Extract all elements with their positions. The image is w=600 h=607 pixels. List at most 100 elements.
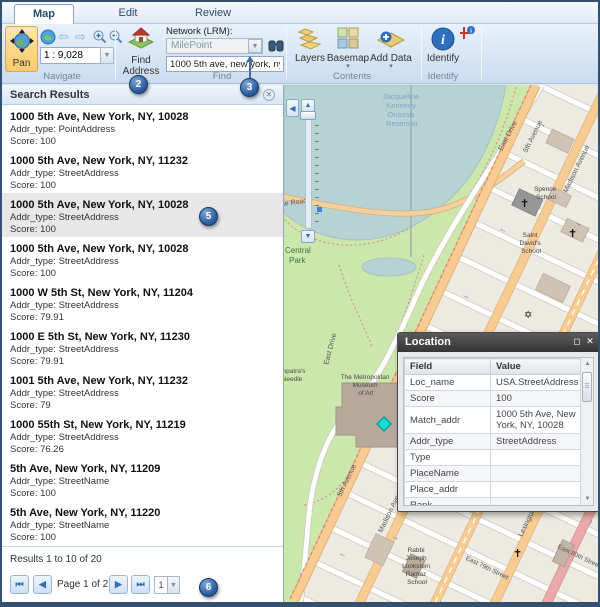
location-popup-titlebar[interactable]: Location ◻ ✕ bbox=[398, 333, 598, 352]
popup-scrollbar[interactable]: ▲ ☰ ▼ bbox=[580, 358, 593, 505]
results-footer: Results 1 to 10 of 20 ⏮ ◀ Page 1 of 2 ▶ … bbox=[2, 546, 283, 602]
search-result-item[interactable]: 1000 55th St, New York, NY, 11219 Addr_t… bbox=[2, 413, 283, 457]
add-data-caret-icon: ▾ bbox=[368, 64, 414, 69]
zoom-in-icon[interactable] bbox=[92, 29, 108, 45]
table-row[interactable]: PlaceName bbox=[405, 466, 582, 482]
result-score: Score: 100 bbox=[10, 180, 275, 192]
result-score: Score: 79.91 bbox=[10, 312, 275, 324]
result-addr-type: Addr_type: StreetAddress bbox=[10, 300, 275, 312]
search-result-item-selected[interactable]: 1000 5th Ave, New York, NY, 10028 Addr_t… bbox=[2, 193, 283, 237]
layers-button[interactable]: Layers bbox=[290, 27, 330, 64]
identify-label: Identify bbox=[423, 53, 463, 64]
location-popup-body: Field Value Loc_nameUSA.StreetAddress Sc… bbox=[403, 357, 594, 506]
maximize-icon[interactable]: ◻ bbox=[571, 336, 583, 347]
back-extent-icon[interactable]: ⇦ bbox=[58, 29, 74, 45]
full-extent-icon[interactable] bbox=[40, 29, 56, 45]
identify-button[interactable]: i Identify bbox=[423, 27, 463, 64]
scroll-down-icon[interactable]: ▼ bbox=[583, 496, 592, 502]
find-address-button[interactable]: Find Address ▾ bbox=[119, 26, 163, 79]
network-dropdown-button[interactable]: ▼ bbox=[248, 39, 262, 53]
network-lrm-label: Network (LRM): bbox=[166, 26, 233, 37]
search-results-list: 1000 5th Ave, New York, NY, 10028 Addr_t… bbox=[2, 105, 283, 546]
layers-icon bbox=[290, 27, 330, 53]
result-addr-type: Addr_type: StreetAddress bbox=[10, 432, 275, 444]
address-search-input[interactable] bbox=[166, 56, 284, 72]
location-popup-title: Location bbox=[398, 333, 598, 348]
popup-scrollbar-thumb[interactable]: ☰ bbox=[582, 372, 592, 402]
pan-button[interactable]: Pan bbox=[5, 26, 38, 72]
map-viewport[interactable]: →←→ ←→← →←→ ←→← ↑↑ East 79th Street East… bbox=[284, 85, 598, 602]
tab-edit[interactable]: Edit bbox=[98, 4, 158, 24]
pan-icon bbox=[10, 40, 34, 57]
zoom-slider-track[interactable] bbox=[305, 113, 312, 229]
identify-group-label: Identify bbox=[407, 71, 479, 82]
search-result-item[interactable]: 1000 5th Ave, New York, NY, 10028 Addr_t… bbox=[2, 237, 283, 281]
table-row[interactable]: Rank bbox=[405, 498, 582, 507]
result-score: Score: 100 bbox=[10, 532, 275, 544]
result-address: 1000 5th Ave, New York, NY, 10028 bbox=[10, 111, 275, 124]
table-row[interactable]: Type bbox=[405, 450, 582, 466]
table-row[interactable]: Place_addr bbox=[405, 482, 582, 498]
result-addr-type: Addr_type: StreetAddress bbox=[10, 212, 275, 224]
result-addr-type: Addr_type: StreetAddress bbox=[10, 168, 275, 180]
forward-extent-icon[interactable]: ⇨ bbox=[75, 29, 91, 45]
identify-tool-icon[interactable]: i bbox=[460, 26, 476, 47]
result-address: 1000 E 5th St, New York, NY, 11230 bbox=[10, 331, 275, 344]
search-result-item[interactable]: 1000 W 5th St, New York, NY, 11204 Addr_… bbox=[2, 281, 283, 325]
result-addr-type: Addr_type: PointAddress bbox=[10, 124, 275, 136]
page-select[interactable]: 1 ▼ bbox=[154, 576, 180, 594]
search-result-item[interactable]: 5th Ave, New York, NY, 11209 Addr_type: … bbox=[2, 457, 283, 501]
church-cross-icon: ✝ bbox=[520, 198, 529, 210]
results-summary: Results 1 to 10 of 20 bbox=[2, 547, 283, 565]
table-row[interactable]: Addr_typeStreetAddress bbox=[405, 434, 582, 450]
find-address-icon bbox=[128, 37, 154, 54]
tab-review[interactable]: Review bbox=[183, 4, 243, 24]
group-separator bbox=[286, 27, 287, 79]
search-result-item[interactable]: 5th Ave, New York, NY, 11220 Addr_type: … bbox=[2, 501, 283, 545]
page-select-dropdown-button[interactable]: ▼ bbox=[167, 576, 180, 594]
next-page-button[interactable]: ▶ bbox=[109, 575, 128, 594]
result-score: Score: 100 bbox=[10, 224, 275, 236]
result-addr-type: Addr_type: StreetAddress bbox=[10, 344, 275, 356]
contents-group-label: Contents bbox=[312, 71, 392, 82]
current-scale-indicator bbox=[317, 207, 322, 212]
first-page-button[interactable]: ⏮ bbox=[10, 575, 29, 594]
scale-dropdown-button[interactable]: ▼ bbox=[100, 47, 114, 64]
scroll-up-icon[interactable]: ▲ bbox=[583, 361, 592, 367]
search-results-panel: Search Results ✕ 1000 5th Ave, New York,… bbox=[2, 85, 284, 602]
search-result-item[interactable]: 1000 E 5th St, New York, NY, 11230 Addr_… bbox=[2, 325, 283, 369]
result-addr-type: Addr_type: StreetAddress bbox=[10, 388, 275, 400]
search-result-item[interactable]: 1000 5th Ave, New York, NY, 10028 Addr_t… bbox=[2, 105, 283, 149]
search-result-item[interactable]: 1000 5th Ave, New York, NY, 11232 Addr_t… bbox=[2, 149, 283, 193]
basemap-button[interactable]: Basemap ▾ bbox=[326, 27, 370, 69]
callout-badge-5: 5 bbox=[199, 207, 218, 226]
close-panel-icon[interactable]: ✕ bbox=[263, 89, 275, 101]
result-address: 5th Ave, New York, NY, 11209 bbox=[10, 463, 275, 476]
close-icon[interactable]: ✕ bbox=[584, 336, 596, 347]
zoom-slider-handle[interactable] bbox=[300, 111, 316, 120]
pan-label: Pan bbox=[6, 58, 37, 69]
ribbon-tabstrip: Map Edit Review bbox=[2, 2, 598, 24]
group-separator bbox=[115, 27, 116, 79]
location-attributes-table: Field Value Loc_nameUSA.StreetAddress Sc… bbox=[404, 358, 582, 506]
search-result-item[interactable]: 1001 5th Ave, New York, NY, 11232 Addr_t… bbox=[2, 369, 283, 413]
collapse-panel-button[interactable]: ◀ bbox=[286, 99, 299, 117]
spence-school-label: Spence School bbox=[534, 186, 558, 201]
result-score: Score: 79.91 bbox=[10, 356, 275, 368]
result-address: 1000 5th Ave, New York, NY, 10028 bbox=[10, 243, 275, 256]
result-address: 1000 W 5th St, New York, NY, 11204 bbox=[10, 287, 275, 300]
result-addr-type: Addr_type: StreetName bbox=[10, 520, 275, 532]
network-lrm-combo[interactable]: MilePoint ▼ bbox=[166, 38, 263, 54]
tab-map[interactable]: Map bbox=[14, 4, 74, 24]
group-separator bbox=[481, 27, 482, 79]
callout-connector-arrow bbox=[245, 56, 255, 80]
prev-page-button[interactable]: ◀ bbox=[33, 575, 52, 594]
table-row[interactable]: Loc_nameUSA.StreetAddress bbox=[405, 375, 582, 391]
zoom-slider-down-button[interactable]: ▼ bbox=[301, 230, 315, 243]
table-row[interactable]: Score100 bbox=[405, 391, 582, 407]
table-row[interactable]: Match_addr1000 5th Ave, New York, NY, 10… bbox=[405, 407, 582, 434]
last-page-button[interactable]: ⏭ bbox=[131, 575, 150, 594]
find-address-label-1: Find bbox=[119, 55, 163, 66]
add-data-button[interactable]: Add Data ▾ bbox=[368, 27, 414, 69]
scale-input[interactable] bbox=[40, 47, 101, 64]
